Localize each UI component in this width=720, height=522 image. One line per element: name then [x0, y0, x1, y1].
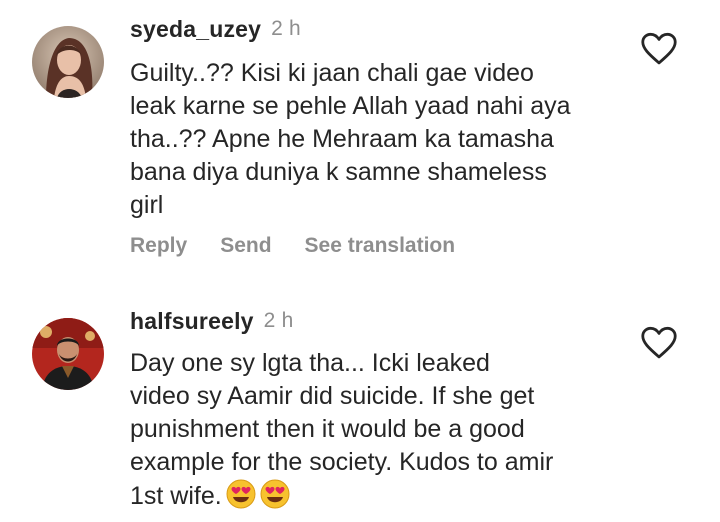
- comment-username[interactable]: halfsureely: [130, 308, 254, 335]
- heart-outline-icon[interactable]: [640, 32, 678, 66]
- heart-eyes-emoji: [260, 479, 290, 509]
- comment-timestamp: 2 h: [271, 17, 301, 40]
- comment-timestamp: 2 h: [263, 309, 294, 332]
- see-translation-button[interactable]: See translation: [305, 234, 456, 258]
- comment-text-content: Day one sy lgta tha... Icki leaked video…: [130, 349, 554, 510]
- comment-text: Day one sy lgta tha... Icki leaked video…: [130, 347, 630, 513]
- heart-eyes-emoji: [226, 479, 256, 509]
- avatar[interactable]: [32, 26, 104, 98]
- user-avatar-woman-icon: [32, 26, 104, 98]
- comment-item: halfsureely 2 h Day one sy lgta tha... I…: [0, 290, 720, 522]
- send-button[interactable]: Send: [220, 234, 271, 258]
- comment-text: Guilty..?? Kisi ki jaan chali gae video …: [130, 59, 571, 219]
- comment-username[interactable]: syeda_uzey: [130, 16, 261, 43]
- comment-item: syeda_uzey 2 h Guilty..?? Kisi ki jaan c…: [0, 0, 720, 290]
- user-avatar-man-icon: [32, 318, 104, 390]
- comment-actions: Reply Send See translation: [130, 234, 455, 258]
- comment-header: syeda_uzey 2 h: [130, 14, 301, 44]
- heart-outline-icon[interactable]: [640, 326, 678, 360]
- comment-header: halfsureely 2 h: [130, 306, 293, 336]
- avatar[interactable]: [32, 318, 104, 390]
- reply-button[interactable]: Reply: [130, 234, 187, 258]
